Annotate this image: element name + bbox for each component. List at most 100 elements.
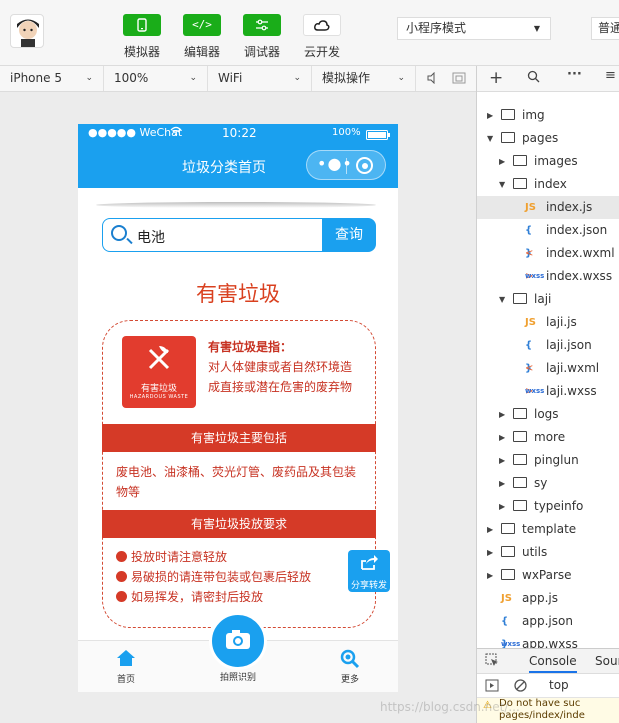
js-file-icon: JS (501, 593, 512, 604)
normal-mode-button[interactable]: 普通 (591, 17, 619, 40)
tree-folder[interactable]: ▼ index (477, 173, 619, 196)
tree-item-label: utils (522, 545, 548, 559)
requirement-text: 易破损的请连带包装或包裹后轻放 (131, 570, 312, 584)
tree-item-label: typeinfo (534, 499, 584, 513)
collapsed-arrow-icon[interactable]: ▶ (499, 495, 505, 518)
collapsed-arrow-icon[interactable]: ▶ (499, 449, 505, 472)
tree-file[interactable]: JS app.js (477, 587, 619, 610)
camera-button[interactable] (209, 612, 267, 670)
wxss-file-icon: wxss (525, 272, 545, 280)
tree-folder[interactable]: ▶ typeinfo (477, 495, 619, 518)
expanded-arrow-icon[interactable]: ▼ (487, 127, 493, 150)
tree-folder[interactable]: ▶ wxParse (477, 564, 619, 587)
tree-folder[interactable]: ▼ pages (477, 127, 619, 150)
requirement-item: 如易挥发，请密封后投放 (116, 588, 263, 605)
tab-more-label: 更多 (340, 675, 359, 685)
tree-file[interactable]: { } laji.json (477, 334, 619, 374)
debugger-label: 调试器 (243, 45, 280, 59)
tree-file[interactable]: < > index.wxml (477, 242, 619, 282)
more-icon[interactable]: ··· (567, 67, 582, 82)
tree-file[interactable]: JS index.js (477, 196, 619, 219)
tree-file[interactable]: wxss laji.wxss (477, 380, 619, 403)
device-select[interactable]: iPhone 5 ⌄ (0, 66, 104, 91)
mode-select[interactable]: 小程序模式 ▼ (397, 17, 551, 40)
debug-icon (243, 14, 281, 36)
folder-icon (513, 431, 527, 442)
simulator-toolbar: iPhone 5 ⌄ 100% ⌄ WiFi ⌄ 模拟操作 ⌄ (0, 66, 476, 92)
collapsed-arrow-icon[interactable]: ▶ (487, 541, 493, 564)
collapsed-arrow-icon[interactable]: ▶ (499, 403, 505, 426)
folder-icon (501, 546, 515, 557)
tree-item-label: index.js (546, 200, 593, 214)
tree-folder[interactable]: ▶ pinglun (477, 449, 619, 472)
search-input[interactable]: 电池 (102, 218, 324, 252)
tree-item-label: index.wxss (546, 269, 613, 283)
hazardous-waste-logo: 有害垃圾 HAZARDOUS WASTE (122, 336, 196, 408)
avatar[interactable] (10, 14, 44, 48)
phone-screen: ●●●●● WeChat 10:22 100% 垃圾分类首页 •●• 电池 查询… (78, 124, 398, 692)
tab-more[interactable]: 更多 (318, 640, 382, 685)
search-button[interactable]: 查询 (322, 218, 376, 252)
tree-folder[interactable]: ▶ logs (477, 403, 619, 426)
signal-indicator: ●●●●● WeChat (88, 126, 183, 139)
editor-button[interactable]: </> 编辑器 (172, 14, 232, 64)
volume-icon[interactable] (426, 71, 438, 87)
tree-folder[interactable]: ▶ sy (477, 472, 619, 495)
tree-folder[interactable]: ▶ template (477, 518, 619, 541)
tree-item-label: pages (522, 131, 559, 145)
tree-file[interactable]: { } app.json (477, 610, 619, 650)
share-button[interactable]: 分享转发 (348, 550, 390, 592)
operation-select[interactable]: 模拟操作 ⌄ (312, 66, 416, 91)
context-select[interactable]: top (549, 678, 569, 692)
folder-icon (513, 155, 527, 166)
expanded-arrow-icon[interactable]: ▼ (499, 288, 505, 311)
tab-camera-label: 拍照识别 (219, 673, 256, 683)
cloud-icon (303, 14, 341, 36)
add-icon[interactable]: + (489, 68, 503, 88)
battery-percent: 100% (332, 127, 361, 138)
tree-file[interactable]: wxss index.wxss (477, 265, 619, 288)
more-dots-icon[interactable]: •●• (317, 154, 353, 173)
tree-folder[interactable]: ▶ img (477, 104, 619, 127)
tree-file[interactable]: { } index.json (477, 219, 619, 259)
network-select[interactable]: WiFi ⌄ (208, 66, 312, 91)
nav-bar: 垃圾分类首页 •●• (78, 144, 398, 188)
definition-title: 有害垃圾是指： (208, 340, 293, 354)
collapsed-arrow-icon[interactable]: ▶ (487, 104, 493, 127)
tab-sources[interactable]: Sour (595, 654, 619, 668)
tree-file[interactable]: < > laji.wxml (477, 357, 619, 397)
window-icon[interactable] (452, 72, 466, 87)
close-target-icon[interactable] (356, 157, 373, 174)
collapsed-arrow-icon[interactable]: ▶ (487, 564, 493, 587)
simulator-button[interactable]: 模拟器 (112, 14, 172, 64)
tree-folder[interactable]: ▶ utils (477, 541, 619, 564)
collapsed-arrow-icon[interactable]: ▶ (499, 426, 505, 449)
collapse-icon[interactable]: ≡ (605, 68, 616, 83)
tree-folder[interactable]: ▼ laji (477, 288, 619, 311)
tree-folder[interactable]: ▶ images (477, 150, 619, 173)
sidebar-toggle-icon[interactable] (485, 679, 499, 695)
tree-folder[interactable]: ▶ more (477, 426, 619, 449)
simulator-label: 模拟器 (123, 45, 160, 59)
cloud-button[interactable]: 云开发 (292, 14, 352, 64)
clear-console-icon[interactable] (514, 679, 527, 695)
collapsed-arrow-icon[interactable]: ▶ (487, 518, 493, 541)
collapsed-arrow-icon[interactable]: ▶ (499, 472, 505, 495)
inspect-icon[interactable] (485, 653, 499, 670)
collapsed-arrow-icon[interactable]: ▶ (499, 150, 505, 173)
tree-item-label: template (522, 522, 577, 536)
debugger-button[interactable]: 调试器 (232, 14, 292, 64)
wxss-file-icon: wxss (501, 640, 521, 648)
zoom-select[interactable]: 100% ⌄ (104, 66, 208, 91)
expanded-arrow-icon[interactable]: ▼ (499, 173, 505, 196)
tab-console[interactable]: Console (529, 654, 577, 673)
tree-item-label: app.js (522, 591, 558, 605)
tab-camera[interactable]: 拍照识别 (206, 670, 270, 683)
js-file-icon: JS (525, 317, 536, 328)
search-icon[interactable] (527, 70, 540, 87)
json-file-icon: { } (501, 616, 509, 650)
battery-icon (366, 129, 390, 143)
tree-file[interactable]: JS laji.js (477, 311, 619, 334)
code-icon: </> (183, 14, 221, 36)
tab-home[interactable]: 首页 (94, 640, 158, 685)
